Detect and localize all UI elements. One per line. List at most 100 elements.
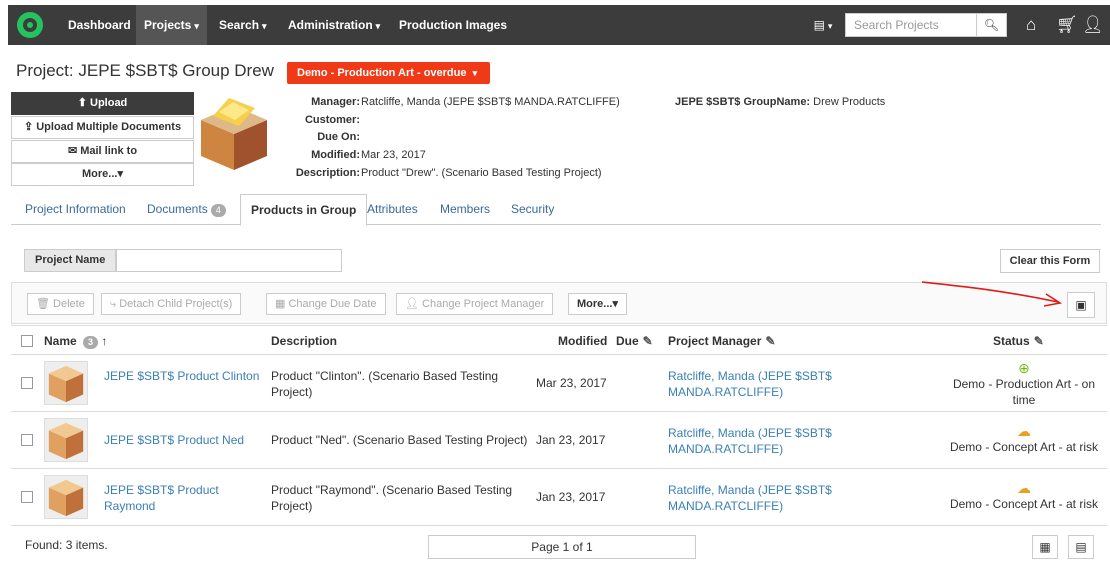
project-tabs: Project Information Documents 4 Products … [11,194,1101,226]
name-column-header[interactable]: Name 3 ↑ [44,326,107,356]
product-manager-link[interactable]: Ratcliffe, Manda (JEPE $SBT$ MANDA.RATCL… [668,368,868,400]
more-actions-label: More...▾ [82,168,123,180]
search-input[interactable]: Search Projects [845,13,977,37]
list-view-button[interactable]: ▤ [1068,535,1094,559]
nav-search[interactable]: Search ▾ [219,5,267,45]
product-status: ⊕ Demo - Production Art - on time [941,360,1107,408]
tab-attributes[interactable]: Attributes [367,194,418,225]
tab-products-in-group[interactable]: Products in Group [240,194,368,226]
delete-button[interactable]: 🗑︎ Delete [27,293,94,315]
due-on-label: Due On: [317,131,360,143]
pm-column-label: Project Manager [668,334,762,348]
trash-icon: 🗑︎ [36,298,50,310]
project-name: JEPE $SBT$ Group Drew [78,61,274,80]
product-thumbnail[interactable] [44,361,88,405]
change-project-manager-label: Change Project Manager [422,298,545,310]
detach-icon: ⤷ [110,298,117,310]
select-all-checkbox[interactable] [21,335,33,347]
tab-products-in-group-label: Products in Group [251,203,357,217]
app-logo-icon[interactable] [17,12,43,38]
status-badge[interactable]: Demo - Production Art - overdue ▾ [287,62,490,84]
more-toolbar-label: More...▾ [577,298,618,310]
pagination[interactable]: Page 1 of 1 [428,535,696,559]
found-count: Found: 3 items. [25,538,108,552]
tab-documents[interactable]: Documents 4 [147,194,226,225]
row-checkbox[interactable] [21,377,33,389]
modified-column-header[interactable]: Modified [558,326,607,356]
row-checkbox[interactable] [21,434,33,446]
nav-dashboard[interactable]: Dashboard [68,5,131,45]
description-label: Description: [295,167,360,179]
product-manager-link[interactable]: Ratcliffe, Manda (JEPE $SBT$ MANDA.RATCL… [668,425,868,457]
chevron-down-icon: ▾ [472,68,478,78]
list-view-icon: ▤ [1075,540,1087,554]
mail-link-button[interactable]: ✉ Mail link to [11,140,194,163]
edit-pencil-icon[interactable]: ✎ [765,334,775,348]
nav-production-images[interactable]: Production Images [399,5,507,45]
product-name-link[interactable]: JEPE $SBT$ Product Clinton [104,368,259,384]
product-thumbnail[interactable] [44,475,88,519]
product-status: ☁ Demo - Concept Art - at risk [941,480,1107,512]
chevron-down-icon: ▾ [375,21,381,31]
tab-members[interactable]: Members [440,194,490,225]
project-name-filter-label: Project Name [24,249,116,272]
groupname-label: JEPE $SBT$ GroupName: [675,96,811,108]
tab-project-information[interactable]: Project Information [25,194,126,225]
more-actions-button[interactable]: More...▾ [11,163,194,186]
edit-pencil-icon[interactable]: ✎ [643,334,653,348]
at-risk-cloud-icon: ☁ [1017,423,1031,439]
groupname-value: Drew Products [813,96,886,108]
product-name-link[interactable]: JEPE $SBT$ Product Raymond [104,482,244,514]
table-header: Name 3 ↑ Description Modified Due ✎ Proje… [11,325,1107,355]
change-due-date-button[interactable]: ▦ Change Due Date [266,293,386,315]
status-column-label: Status [993,334,1030,348]
upload-multiple-icon: ⇪ [23,121,34,133]
product-thumbnail[interactable] [44,418,88,462]
chevron-down-icon: ▾ [827,21,833,31]
modified-value: Mar 23, 2017 [361,149,426,161]
manager-value: Ratcliffe, Manda (JEPE $SBT$ MANDA.RATCL… [361,96,620,108]
table-row[interactable]: JEPE $SBT$ Product Ned Product "Ned". (S… [11,412,1107,469]
due-column-header[interactable]: Due ✎ [616,326,653,356]
product-name-link[interactable]: JEPE $SBT$ Product Ned [104,432,244,448]
export-excel-button[interactable]: ▣ [1067,292,1095,318]
project-name-filter-input[interactable] [116,249,342,272]
product-manager-link[interactable]: Ratcliffe, Manda (JEPE $SBT$ MANDA.RATCL… [668,482,868,514]
row-checkbox[interactable] [21,491,33,503]
pm-column-header[interactable]: Project Manager ✎ [668,326,775,356]
search-icon: 🔍︎ [983,18,1000,32]
tab-security-label: Security [511,202,555,216]
product-modified: Jan 23, 2017 [536,433,606,447]
product-status-label: Demo - Production Art - on time [952,377,1096,407]
tab-documents-label: Documents [147,202,208,216]
due-column-label: Due [616,334,639,348]
home-icon[interactable]: ⌂ [1026,5,1036,45]
grid-view-button[interactable]: ▦ [1032,535,1058,559]
search-scope-select[interactable]: ▤ ▾ [803,13,843,37]
product-modified: Mar 23, 2017 [536,376,607,390]
upload-multiple-button[interactable]: ⇪ Upload Multiple Documents [11,116,194,139]
cart-icon[interactable]: 🛒︎ [1056,5,1078,45]
annotation-arrow [921,281,1063,307]
table-row[interactable]: JEPE $SBT$ Product Clinton Product "Clin… [11,355,1107,412]
mail-icon: ✉ [67,145,78,157]
table-row[interactable]: JEPE $SBT$ Product Raymond Product "Raym… [11,469,1107,526]
more-toolbar-button[interactable]: More...▾ [568,293,627,315]
nav-administration[interactable]: Administration ▾ [288,5,380,45]
tab-security[interactable]: Security [511,194,554,225]
upload-button[interactable]: ⬆ Upload [11,92,194,115]
nav-projects[interactable]: Projects ▾ [136,5,207,45]
documents-count-badge: 4 [210,204,226,217]
detach-child-button[interactable]: ⤷ Detach Child Project(s) [101,293,242,315]
tab-project-information-label: Project Information [25,202,126,216]
change-project-manager-button[interactable]: 👤︎ Change Project Manager [396,293,554,315]
search-button[interactable]: 🔍︎ [977,13,1007,37]
nav-search-label: Search [219,18,260,32]
upload-icon: ⬆ [77,97,87,109]
status-column-header[interactable]: Status ✎ [993,326,1044,356]
user-icon: 👤︎ [405,298,419,310]
product-description: Product "Ned". (Scenario Based Testing P… [271,433,528,447]
description-column-header[interactable]: Description [271,326,337,356]
user-menu-icon[interactable]: 👤︎▾ [1082,5,1110,72]
edit-pencil-icon[interactable]: ✎ [1034,334,1044,348]
